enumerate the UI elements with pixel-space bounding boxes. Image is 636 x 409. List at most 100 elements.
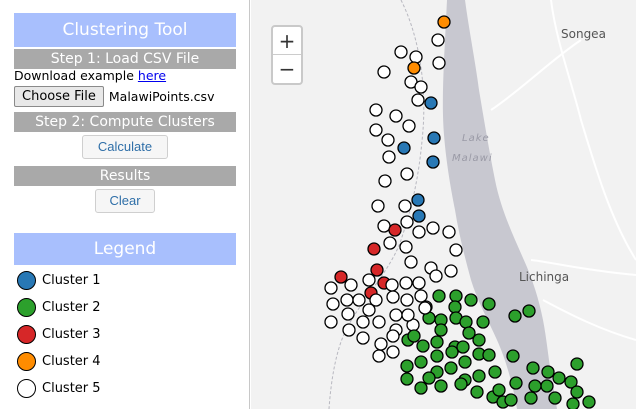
cluster-5-point[interactable] [377, 219, 391, 233]
cluster-2-point[interactable] [459, 315, 473, 329]
clear-button[interactable]: Clear [95, 189, 155, 213]
cluster-5-point[interactable] [383, 236, 397, 250]
cluster-5-point[interactable] [326, 297, 340, 311]
cluster-2-point[interactable] [434, 323, 448, 337]
cluster-5-point[interactable] [400, 293, 414, 307]
cluster-2-point[interactable] [434, 379, 448, 393]
cluster-4-point[interactable] [437, 15, 451, 29]
cluster-2-point[interactable] [566, 397, 580, 409]
cluster-5-point[interactable] [371, 199, 385, 213]
cluster-2-point[interactable] [528, 379, 542, 393]
cluster-5-point[interactable] [386, 345, 400, 359]
cluster-5-point[interactable] [409, 50, 423, 64]
cluster-2-point[interactable] [400, 372, 414, 386]
cluster-3-point[interactable] [367, 242, 381, 256]
cluster-2-point[interactable] [492, 383, 506, 397]
cluster-2-point[interactable] [476, 315, 490, 329]
cluster-5-point[interactable] [356, 315, 370, 329]
cluster-5-point[interactable] [398, 199, 412, 213]
cluster-4-point[interactable] [407, 61, 421, 75]
cluster-5-point[interactable] [431, 33, 445, 47]
zoom-in-button[interactable]: + [273, 27, 301, 55]
cluster-5-point[interactable] [399, 276, 413, 290]
cluster-5-point[interactable] [412, 276, 426, 290]
cluster-2-point[interactable] [504, 393, 518, 407]
cluster-2-point[interactable] [526, 361, 540, 375]
cluster-2-point[interactable] [462, 326, 476, 340]
cluster-2-point[interactable] [454, 377, 468, 391]
cluster-2-point[interactable] [407, 329, 421, 343]
cluster-2-point[interactable] [430, 335, 444, 349]
cluster-5-point[interactable] [442, 225, 456, 239]
cluster-5-point[interactable] [378, 174, 392, 188]
cluster-5-point[interactable] [429, 269, 443, 283]
cluster-2-point[interactable] [548, 391, 562, 405]
cluster-2-point[interactable] [508, 309, 522, 323]
cluster-2-point[interactable] [472, 369, 486, 383]
cluster-2-point[interactable] [414, 381, 428, 395]
cluster-2-point[interactable] [470, 385, 484, 399]
cluster-5-point[interactable] [374, 337, 388, 351]
cluster-5-point[interactable] [369, 103, 383, 117]
cluster-5-point[interactable] [444, 264, 458, 278]
cluster-2-point[interactable] [432, 289, 446, 303]
cluster-2-point[interactable] [414, 355, 428, 369]
cluster-1-point[interactable] [397, 141, 411, 155]
cluster-2-point[interactable] [430, 349, 444, 363]
cluster-5-point[interactable] [412, 225, 426, 239]
cluster-5-point[interactable] [394, 45, 408, 59]
cluster-2-point[interactable] [488, 365, 502, 379]
cluster-5-point[interactable] [418, 301, 432, 315]
cluster-2-point[interactable] [422, 371, 436, 385]
cluster-5-point[interactable] [414, 80, 428, 94]
cluster-5-point[interactable] [411, 93, 425, 107]
cluster-5-point[interactable] [344, 278, 358, 292]
cluster-2-point[interactable] [482, 297, 496, 311]
zoom-out-button[interactable]: − [273, 55, 301, 83]
download-example-link[interactable]: here [138, 68, 166, 83]
cluster-5-point[interactable] [362, 273, 376, 287]
cluster-5-point[interactable] [382, 150, 396, 164]
cluster-5-point[interactable] [414, 289, 428, 303]
cluster-5-point[interactable] [389, 308, 403, 322]
cluster-5-point[interactable] [341, 307, 355, 321]
cluster-5-point[interactable] [432, 56, 446, 70]
cluster-2-point[interactable] [541, 365, 555, 379]
cluster-5-point[interactable] [356, 331, 370, 345]
cluster-5-point[interactable] [400, 167, 414, 181]
cluster-1-point[interactable] [427, 131, 441, 145]
cluster-1-point[interactable] [411, 193, 425, 207]
cluster-5-point[interactable] [369, 123, 383, 137]
cluster-5-point[interactable] [426, 221, 440, 235]
cluster-5-point[interactable] [324, 315, 338, 329]
cluster-5-point[interactable] [404, 255, 418, 269]
cluster-5-point[interactable] [385, 278, 399, 292]
cluster-5-point[interactable] [386, 290, 400, 304]
cluster-2-point[interactable] [416, 339, 430, 353]
cluster-5-point[interactable] [372, 315, 386, 329]
cluster-5-point[interactable] [372, 349, 386, 363]
cluster-5-point[interactable] [377, 65, 391, 79]
cluster-1-point[interactable] [424, 96, 438, 110]
cluster-2-point[interactable] [570, 357, 584, 371]
cluster-5-point[interactable] [340, 293, 354, 307]
cluster-2-point[interactable] [458, 355, 472, 369]
calculate-button[interactable]: Calculate [82, 135, 168, 159]
cluster-2-point[interactable] [540, 379, 554, 393]
cluster-2-point[interactable] [456, 340, 470, 354]
cluster-2-point[interactable] [506, 349, 520, 363]
cluster-5-point[interactable] [381, 133, 395, 147]
cluster-3-point[interactable] [388, 223, 402, 237]
cluster-3-point[interactable] [370, 263, 384, 277]
cluster-1-point[interactable] [412, 209, 426, 223]
cluster-2-point[interactable] [582, 395, 596, 409]
cluster-2-point[interactable] [464, 293, 478, 307]
cluster-2-point[interactable] [524, 391, 538, 405]
cluster-5-point[interactable] [402, 119, 416, 133]
cluster-2-point[interactable] [570, 385, 584, 399]
cluster-2-point[interactable] [552, 371, 566, 385]
cluster-5-point[interactable] [324, 281, 338, 295]
cluster-2-point[interactable] [448, 300, 462, 314]
cluster-2-point[interactable] [445, 345, 459, 359]
cluster-1-point[interactable] [426, 155, 440, 169]
